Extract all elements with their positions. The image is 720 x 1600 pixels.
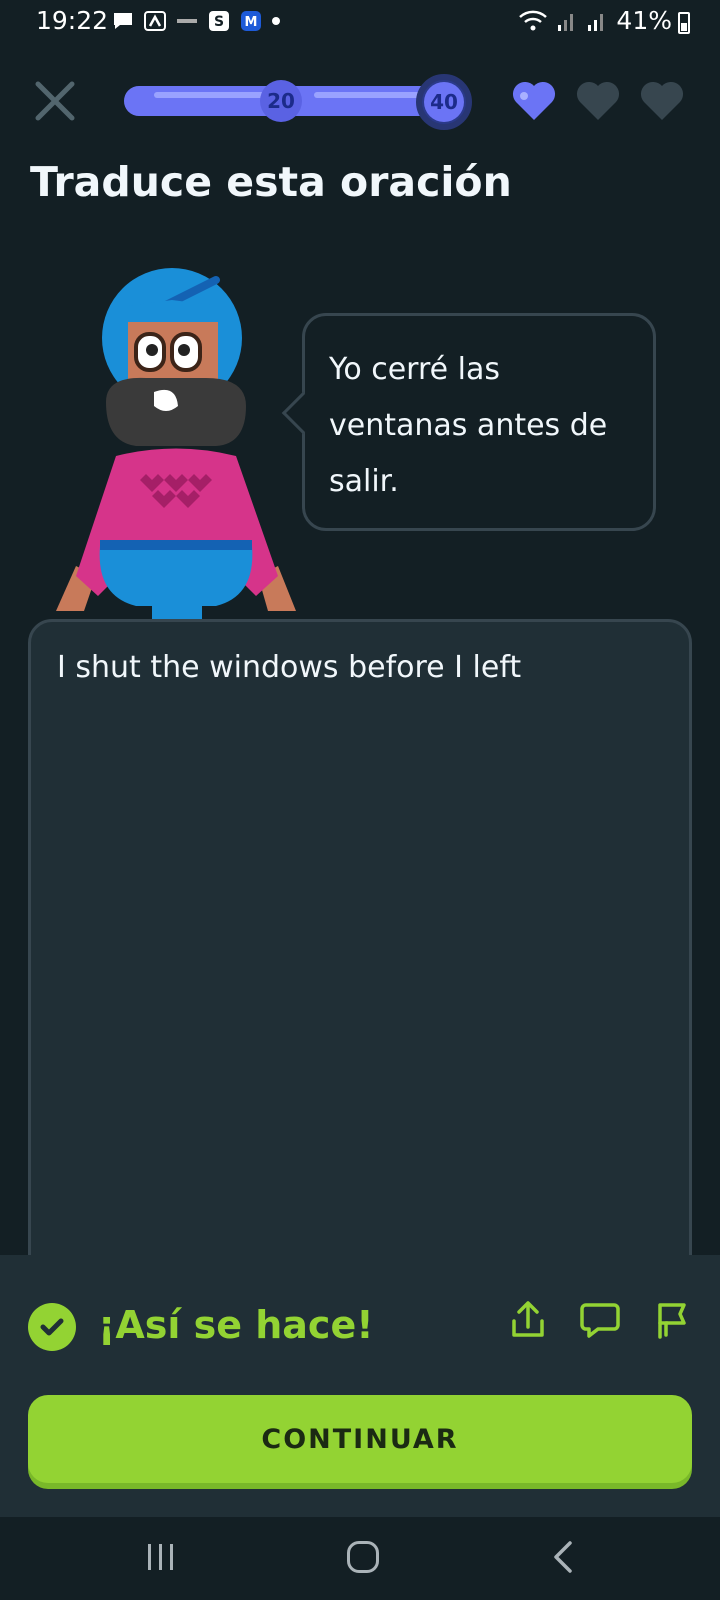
answer-text: I shut the windows before I left [57,650,522,685]
progress-shine [314,92,424,98]
heart-icon [640,81,684,120]
character-illustration [56,268,296,622]
report-flag-icon[interactable] [652,1299,692,1341]
battery-percent: 41% [616,6,672,35]
close-icon[interactable] [30,76,80,126]
wifi-icon [519,10,548,30]
progress-bar: 20 40 [124,74,472,130]
share-icon[interactable] [508,1299,548,1341]
notification-icons: S M [112,11,280,31]
milestone-20: 20 [260,80,302,122]
s-app-icon: S [209,11,229,31]
system-navigation-bar [0,1517,720,1600]
home-icon[interactable] [347,1541,379,1573]
recents-icon[interactable] [146,1541,176,1573]
app-icon [144,11,166,31]
heart-icon [576,81,620,120]
signal-icon [558,13,574,31]
svg-text:M: M [245,15,258,30]
news-icon [177,19,197,23]
status-bar: 19:22 S M 41% [0,0,720,46]
milestone-40: 40 [416,74,472,130]
feedback-panel: ¡Así se hace! CONTINUAR [0,1255,720,1517]
continue-button[interactable]: CONTINUAR [28,1395,692,1483]
prompt-sentence: Yo cerré las ventanas antes de salir. [329,352,608,499]
dot-icon [272,17,280,25]
back-icon[interactable] [550,1539,576,1575]
heart-icon [512,81,556,120]
message-icon [114,13,132,29]
milestone-40-label: 40 [424,82,464,122]
status-time: 19:22 [36,6,109,35]
progress-shine [154,92,274,98]
hearts [510,78,686,122]
check-icon [28,1303,76,1351]
speech-bubble: Yo cerré las ventanas antes de salir. [281,313,656,531]
answer-textarea[interactable]: I shut the windows before I left [28,619,692,1339]
svg-text:S: S [214,14,224,30]
battery-icon [678,12,690,34]
signal-icon [588,13,604,31]
status-right: 41% [518,6,672,35]
m-app-icon: M [241,11,261,31]
feedback-actions [508,1299,692,1341]
page-title: Traduce esta oración [30,158,512,206]
comment-icon[interactable] [580,1299,620,1341]
feedback-title: ¡Así se hace! [98,1303,374,1347]
